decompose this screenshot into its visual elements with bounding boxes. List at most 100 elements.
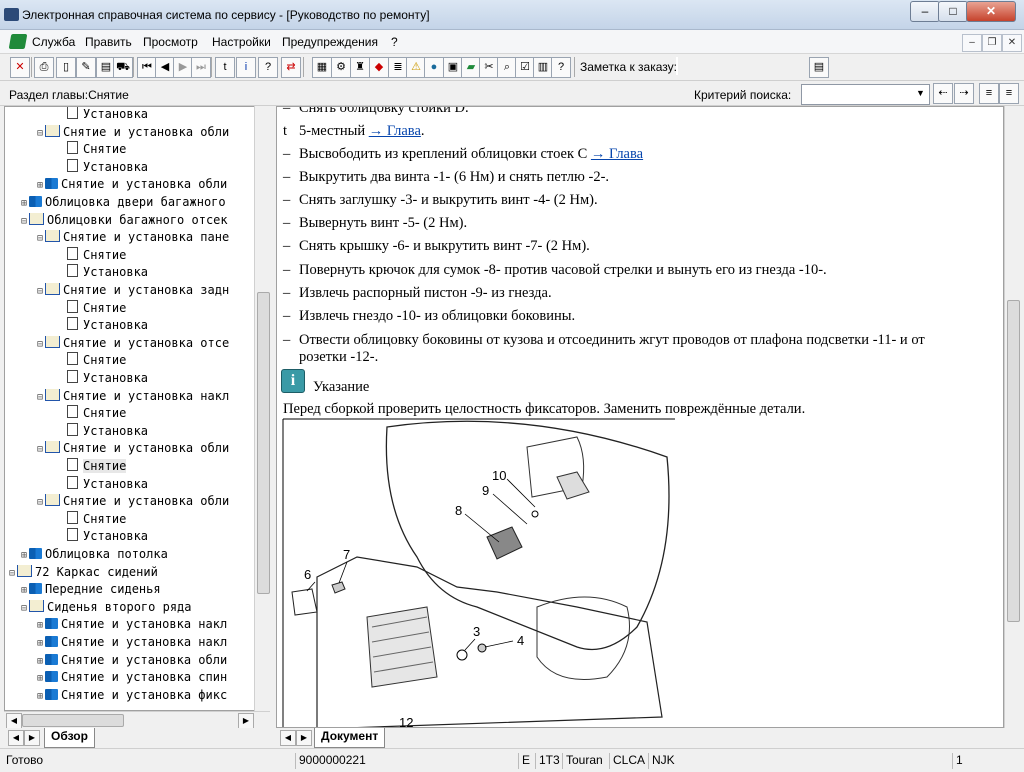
filter-prev-icon[interactable]: ≡ <box>979 83 999 104</box>
tree-item[interactable]: ⊟ Сиденья второго ряда <box>19 599 192 617</box>
tree-item[interactable]: ⊟ Снятие и установка обли <box>35 493 229 511</box>
first-page-icon[interactable]: ⏮ <box>137 57 157 78</box>
tree-item[interactable]: Снятие <box>67 299 126 318</box>
tree-item[interactable]: Установка <box>67 317 148 335</box>
info-icon[interactable]: i <box>236 57 256 78</box>
collapse-icon[interactable]: ⊟ <box>35 494 45 511</box>
tree-item[interactable]: Установка <box>67 475 148 494</box>
tree-scroll-thumb[interactable] <box>257 292 270 594</box>
scroll-left-icon[interactable]: ◀ <box>6 713 22 729</box>
tree-item[interactable]: Установка <box>67 264 148 282</box>
tree-item[interactable]: ⊟ Снятие и установка обли <box>35 124 229 142</box>
tab-overview[interactable]: Обзор <box>44 728 95 748</box>
search-tool-icon[interactable]: ⌕ <box>497 57 517 78</box>
tree-item[interactable]: Установка <box>67 107 148 124</box>
menu-warnings[interactable]: Предупреждения <box>282 35 378 49</box>
exit-icon[interactable]: ✕ <box>10 57 30 78</box>
filter-next-icon[interactable]: ≡ <box>999 83 1019 104</box>
tree-item[interactable]: ⊞ Облицовка потолка <box>19 546 168 564</box>
tree-item[interactable]: Установка <box>67 422 148 441</box>
order-note-input[interactable] <box>676 57 678 75</box>
tree-hscroll-thumb[interactable] <box>22 714 124 727</box>
tree-item[interactable]: Снятие <box>67 458 127 476</box>
diamond-icon[interactable]: ◆ <box>369 57 389 78</box>
last-page-icon[interactable]: ⏭ <box>191 57 211 78</box>
tree-item[interactable]: ⊞ Снятие и установка накл <box>35 634 227 652</box>
expand-icon[interactable]: ⊞ <box>35 635 45 652</box>
next-page-icon[interactable]: ▶ <box>173 57 193 78</box>
mdi-close-icon[interactable]: ✕ <box>1002 34 1022 52</box>
collapse-icon[interactable]: ⊟ <box>35 389 45 406</box>
book-tool-icon[interactable]: ▦ <box>312 57 332 78</box>
search-forward-icon[interactable]: ⇢ <box>954 83 974 104</box>
search-criteria-select[interactable]: ▼ <box>801 84 930 105</box>
tree-horizontal-scrollbar[interactable]: ◀ ▶ <box>4 711 270 729</box>
expand-icon[interactable]: ⊞ <box>35 670 45 687</box>
expand-icon[interactable]: ⊞ <box>35 688 45 705</box>
menu-service[interactable]: Служба <box>32 35 75 49</box>
tree-item[interactable]: ⊟ Облицовки багажного отсек <box>19 212 228 230</box>
tree-item[interactable]: ⊟ Снятие и установка задн <box>35 282 229 300</box>
gearbox-icon[interactable]: ♜ <box>350 57 370 78</box>
question-doc-icon[interactable]: ? <box>551 57 571 78</box>
doc-tab-prev-icon[interactable]: ◀ <box>280 730 296 746</box>
tab-document[interactable]: Документ <box>314 728 386 748</box>
mdi-minimize-icon[interactable]: ‒ <box>962 34 982 52</box>
car-icon[interactable]: ⛟ <box>113 57 133 78</box>
tree-item[interactable]: Установка <box>67 158 148 177</box>
minimize-button[interactable]: – <box>910 1 940 22</box>
print-icon[interactable]: ⎙ <box>34 57 54 78</box>
expand-icon[interactable]: ⊞ <box>35 617 45 634</box>
swap-icon[interactable]: ⇄ <box>281 57 301 78</box>
tree-item[interactable]: ⊟ Снятие и установка отсе <box>35 335 229 353</box>
doc-tab-next-icon[interactable]: ▶ <box>296 730 312 746</box>
scroll-right-icon[interactable]: ▶ <box>238 713 254 729</box>
expand-icon[interactable]: ⊞ <box>35 653 45 670</box>
menu-help[interactable]: ? <box>391 35 398 49</box>
tree-vertical-scrollbar[interactable] <box>254 106 270 711</box>
jump-icon[interactable]: t <box>215 57 235 78</box>
tree-item[interactable]: ⊞ Снятие и установка спин <box>35 669 227 687</box>
collapse-icon[interactable]: ⊟ <box>19 600 29 617</box>
collapse-icon[interactable]: ⊟ <box>35 441 45 458</box>
document-vertical-scrollbar[interactable] <box>1004 106 1020 728</box>
expand-icon[interactable]: ⊞ <box>19 195 29 212</box>
tree-item[interactable]: Установка <box>67 528 148 546</box>
tree-item[interactable]: Снятие <box>67 141 126 159</box>
tab-next-icon[interactable]: ▶ <box>24 730 40 746</box>
tree-item[interactable]: ⊞ Снятие и установка обли <box>35 176 227 194</box>
tree-item[interactable]: Снятие <box>67 405 126 423</box>
engine-icon[interactable]: ⚙ <box>331 57 351 78</box>
warning-icon[interactable]: ⚠ <box>406 57 426 78</box>
maximize-button[interactable]: □ <box>938 1 968 22</box>
tool-icon[interactable]: ✂ <box>479 57 499 78</box>
collapse-icon[interactable]: ⊟ <box>35 230 45 247</box>
checklist-icon[interactable]: ☑ <box>515 57 535 78</box>
tree-item[interactable]: ⊟ Снятие и установка пане <box>35 229 229 247</box>
menu-view[interactable]: Просмотр <box>143 35 198 49</box>
mdi-restore-icon[interactable]: ❐ <box>982 34 1002 52</box>
chevron-down-icon[interactable]: ▼ <box>914 87 927 100</box>
globe-icon[interactable]: ● <box>424 57 444 78</box>
help-icon[interactable]: ? <box>258 57 278 78</box>
collapse-icon[interactable]: ⊟ <box>35 125 45 142</box>
tree-item[interactable]: ⊟ 72 Каркас сидений <box>7 564 158 582</box>
tree-item[interactable]: ⊞ Облицовка двери багажного <box>19 194 226 212</box>
tree-item[interactable]: ⊞ Снятие и установка накл <box>35 616 227 634</box>
tree-item[interactable]: Установка <box>67 370 148 388</box>
chapter-link[interactable]: → Глава <box>591 146 643 162</box>
expand-icon[interactable]: ⊞ <box>19 582 29 599</box>
overview-tree[interactable]: Установка ⊟ Снятие и установка обли Снятие У… <box>4 106 269 711</box>
tree-item[interactable]: Снятие <box>67 246 126 265</box>
edit-icon[interactable]: ✎ <box>76 57 96 78</box>
bookmark-icon[interactable]: ▰ <box>461 57 481 78</box>
expand-icon[interactable]: ⊞ <box>35 177 45 194</box>
document-scroll-thumb[interactable] <box>1007 300 1020 622</box>
collapse-icon[interactable]: ⊟ <box>19 213 29 230</box>
new-doc-icon[interactable]: ▯ <box>56 57 76 78</box>
collapse-icon[interactable]: ⊟ <box>35 336 45 353</box>
menu-settings[interactable]: Настройки <box>212 35 271 49</box>
menu-edit[interactable]: Править <box>85 35 132 49</box>
tree-item[interactable]: Снятие <box>67 510 126 529</box>
tree-item[interactable]: ⊞ Передние сиденья <box>19 581 161 599</box>
